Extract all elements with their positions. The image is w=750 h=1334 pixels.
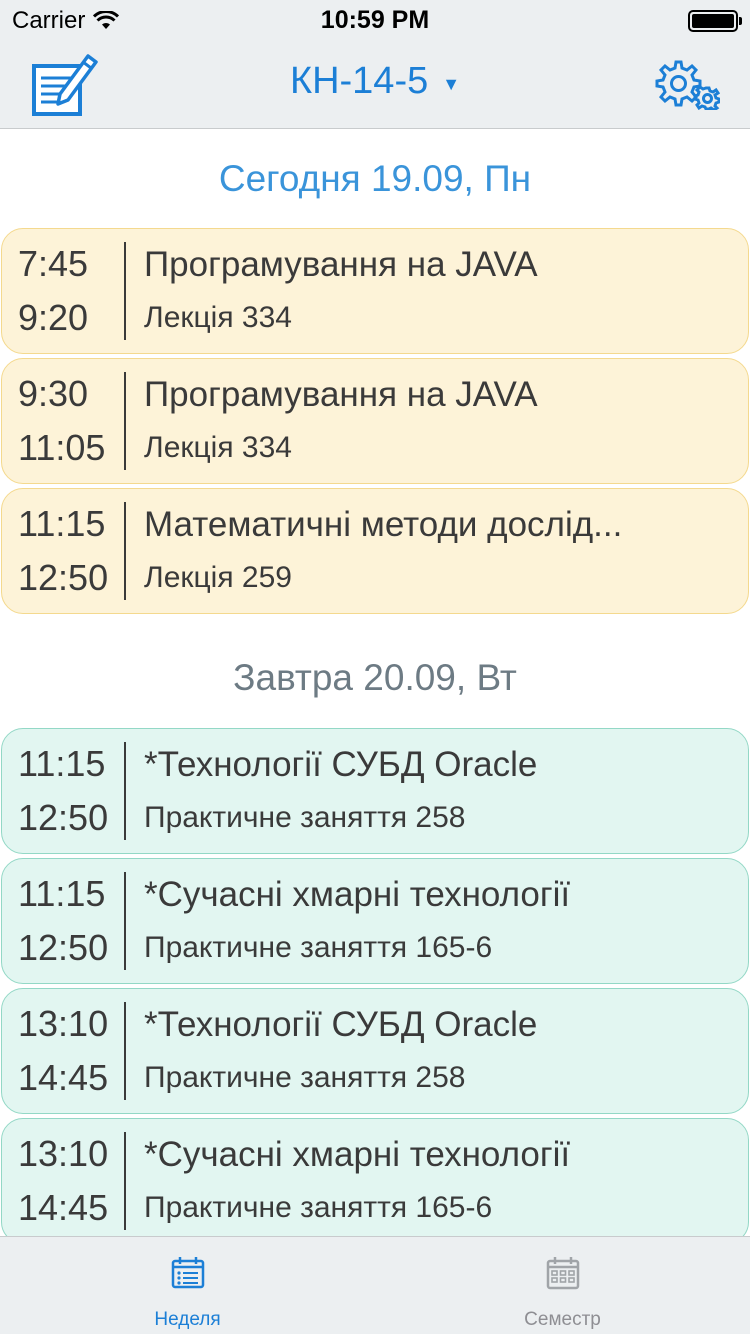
battery-icon	[688, 10, 742, 32]
lesson-card[interactable]: 11:15 12:50 *Сучасні хмарні технології П…	[1, 858, 749, 984]
lesson-room: Лекція 334	[144, 431, 292, 464]
lesson-end: 14:45	[18, 1187, 109, 1228]
lesson-start: 11:15	[18, 743, 106, 784]
lesson-card[interactable]: 7:45 9:20 Програмування на JAVA Лекція 3…	[1, 228, 749, 354]
lesson-subject: Математичні методи дослід...	[144, 505, 623, 544]
nav-bar: КН-14-5 ▼	[0, 40, 750, 129]
lesson-info: *Сучасні хмарні технології Практичне зан…	[126, 1128, 748, 1234]
lesson-end: 9:20	[18, 297, 89, 338]
lesson-room: Лекція 259	[144, 561, 292, 594]
calendar-grid-icon	[546, 1257, 579, 1290]
lesson-end: 11:05	[18, 427, 106, 468]
lesson-card[interactable]: 13:10 14:45 *Сучасні хмарні технології П…	[1, 1118, 749, 1236]
status-time: 10:59 PM	[320, 6, 430, 34]
lesson-start: 11:15	[18, 873, 106, 914]
lesson-end: 12:50	[18, 797, 109, 838]
lesson-times: 13:10 14:45	[2, 989, 124, 1113]
tab-bar: Неделя Семестр	[0, 1236, 750, 1334]
day-header-tomorrow: Завтра 20.09, Вт	[233, 657, 517, 698]
tab-week[interactable]: Неделя	[0, 1237, 375, 1334]
lesson-room: Практичне заняття 165-6	[144, 931, 493, 964]
schedule-list[interactable]: Сегодня 19.09, Пн 7:45 9:20 Програмуванн…	[0, 130, 750, 1236]
lesson-start: 13:10	[18, 1133, 109, 1174]
lesson-room: Практичне заняття 165-6	[144, 1191, 493, 1224]
lesson-subject: Програмування на JAVA	[144, 245, 538, 284]
lesson-info: *Технології СУБД Oracle Практичне занятт…	[126, 998, 748, 1104]
lesson-start: 13:10	[18, 1003, 109, 1044]
lesson-info: *Технології СУБД Oracle Практичне занятт…	[126, 738, 748, 844]
group-selector[interactable]: КН-14-5 ▼	[0, 60, 750, 103]
lesson-end: 14:45	[18, 1057, 109, 1098]
group-title: КН-14-5	[289, 60, 429, 102]
status-bar: Carrier 10:59 PM	[0, 0, 750, 40]
lesson-card[interactable]: 11:15 12:50 *Технології СУБД Oracle Прак…	[1, 728, 749, 854]
lesson-times: 11:15 12:50	[2, 489, 124, 613]
lesson-card[interactable]: 9:30 11:05 Програмування на JAVA Лекція …	[1, 358, 749, 484]
lesson-info: Математичні методи дослід... Лекція 259	[126, 498, 748, 604]
lesson-info: Програмування на JAVA Лекція 334	[126, 238, 748, 344]
lesson-times: 11:15 12:50	[2, 729, 124, 853]
tab-week-label: Неделя	[154, 1309, 221, 1330]
lesson-start: 9:30	[18, 373, 89, 414]
lesson-start: 7:45	[18, 243, 89, 284]
lesson-subject: *Технології СУБД Oracle	[144, 745, 538, 784]
tab-semester[interactable]: Семестр	[375, 1237, 750, 1334]
lesson-subject: Програмування на JAVA	[144, 375, 538, 414]
week-list-icon	[171, 1257, 204, 1289]
lesson-room: Практичне заняття 258	[144, 1061, 466, 1094]
lesson-times: 13:10 14:45	[2, 1119, 124, 1236]
lesson-info: *Сучасні хмарні технології Практичне зан…	[126, 868, 748, 974]
dropdown-caret-icon: ▼	[442, 74, 461, 94]
lesson-start: 11:15	[18, 503, 106, 544]
lesson-end: 12:50	[18, 927, 109, 968]
lesson-times: 7:45 9:20	[2, 229, 124, 353]
lesson-room: Практичне заняття 258	[144, 801, 466, 834]
lesson-room: Лекція 334	[144, 301, 292, 334]
lesson-card[interactable]: 11:15 12:50 Математичні методи дослід...…	[1, 488, 749, 614]
schedule-screen: Carrier 10:59 PM КН-14-5 ▼ Сегодня 19.09…	[0, 0, 750, 1334]
lesson-subject: *Сучасні хмарні технології	[144, 875, 571, 914]
lesson-card[interactable]: 13:10 14:45 *Технології СУБД Oracle Прак…	[1, 988, 749, 1114]
day-header-today: Сегодня 19.09, Пн	[218, 158, 532, 199]
lesson-times: 9:30 11:05	[2, 359, 124, 483]
lesson-subject: *Сучасні хмарні технології	[144, 1135, 571, 1174]
settings-gears-icon[interactable]	[654, 58, 720, 110]
tab-semester-label: Семестр	[524, 1309, 601, 1330]
lesson-times: 11:15 12:50	[2, 859, 124, 983]
lesson-end: 12:50	[18, 557, 109, 598]
lesson-info: Програмування на JAVA Лекція 334	[126, 368, 748, 474]
lesson-subject: *Технології СУБД Oracle	[144, 1005, 538, 1044]
